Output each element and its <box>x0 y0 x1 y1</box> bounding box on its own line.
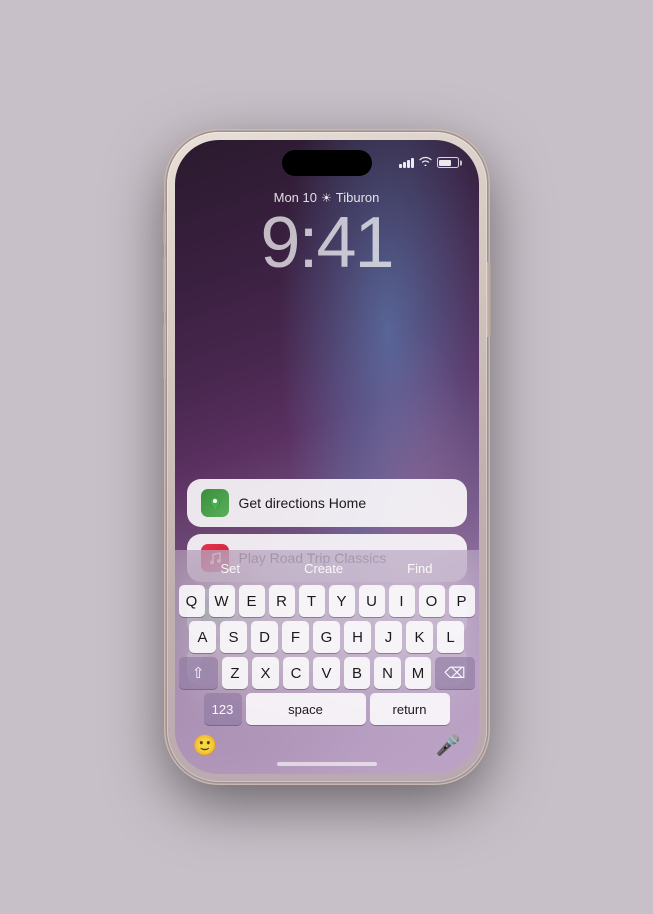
key-r[interactable]: R <box>269 585 295 617</box>
volume-down-button[interactable] <box>163 324 167 379</box>
power-button[interactable] <box>487 262 491 337</box>
key-m[interactable]: M <box>405 657 432 689</box>
space-key[interactable]: space <box>246 693 366 725</box>
keyboard: Set Create Find Q W E R T Y U I O P A S <box>175 550 479 774</box>
key-z[interactable]: Z <box>222 657 249 689</box>
key-w[interactable]: W <box>209 585 235 617</box>
directions-text: Get directions Home <box>239 495 367 511</box>
shortcut-set[interactable]: Set <box>213 558 249 579</box>
keyboard-accessory-row: 🙂 🎤 <box>179 729 475 760</box>
phone-screen: Mon 10 ☀ Tiburon 9:41 Get directions Hom… <box>175 140 479 774</box>
key-q[interactable]: Q <box>179 585 205 617</box>
shift-key[interactable]: ⇧ <box>179 657 218 689</box>
maps-app-icon <box>201 489 229 517</box>
phone-frame: Mon 10 ☀ Tiburon 9:41 Get directions Hom… <box>167 132 487 782</box>
keyboard-row-1: Q W E R T Y U I O P <box>179 585 475 617</box>
keyboard-shortcuts-row: Set Create Find <box>179 556 475 581</box>
battery-icon <box>437 157 459 168</box>
key-n[interactable]: N <box>374 657 401 689</box>
keyboard-row-4: 123 space return <box>179 693 475 725</box>
backspace-key[interactable]: ⌫ <box>435 657 474 689</box>
home-indicator <box>277 762 377 766</box>
shortcut-create[interactable]: Create <box>296 558 351 579</box>
key-v[interactable]: V <box>313 657 340 689</box>
shortcut-find[interactable]: Find <box>399 558 440 579</box>
key-t[interactable]: T <box>299 585 325 617</box>
key-g[interactable]: G <box>313 621 340 653</box>
time-display: 9:41 <box>175 207 479 279</box>
key-x[interactable]: X <box>252 657 279 689</box>
suggestion-directions[interactable]: Get directions Home <box>187 479 467 527</box>
key-h[interactable]: H <box>344 621 371 653</box>
dynamic-island <box>282 150 372 176</box>
key-s[interactable]: S <box>220 621 247 653</box>
signal-icon <box>399 158 414 168</box>
key-b[interactable]: B <box>344 657 371 689</box>
emoji-icon[interactable]: 🙂 <box>193 733 218 758</box>
key-l[interactable]: L <box>437 621 464 653</box>
keyboard-row-2: A S D F G H J K L <box>179 621 475 653</box>
key-o[interactable]: O <box>419 585 445 617</box>
wifi-icon <box>419 156 432 169</box>
key-i[interactable]: I <box>389 585 415 617</box>
key-p[interactable]: P <box>449 585 475 617</box>
status-right <box>399 154 459 169</box>
key-d[interactable]: D <box>251 621 278 653</box>
key-j[interactable]: J <box>375 621 402 653</box>
silent-switch[interactable] <box>163 212 167 244</box>
key-u[interactable]: U <box>359 585 385 617</box>
key-e[interactable]: E <box>239 585 265 617</box>
return-key[interactable]: return <box>370 693 450 725</box>
key-y[interactable]: Y <box>329 585 355 617</box>
microphone-icon[interactable]: 🎤 <box>436 733 461 758</box>
key-k[interactable]: K <box>406 621 433 653</box>
number-key[interactable]: 123 <box>204 693 242 725</box>
key-a[interactable]: A <box>189 621 216 653</box>
key-f[interactable]: F <box>282 621 309 653</box>
keyboard-row-3: ⇧ Z X C V B N M ⌫ <box>179 657 475 689</box>
volume-up-button[interactable] <box>163 257 167 312</box>
key-c[interactable]: C <box>283 657 310 689</box>
datetime-area: Mon 10 ☀ Tiburon 9:41 <box>175 190 479 279</box>
